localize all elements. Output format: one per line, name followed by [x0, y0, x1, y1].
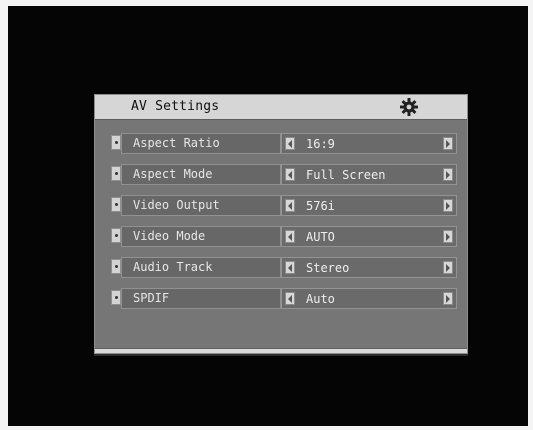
tv-screen: AV Settings Aspect Ratio 16:9 Aspect Mod… [8, 6, 528, 426]
left-arrow-icon[interactable] [285, 199, 295, 212]
setting-label: Video Mode [121, 226, 281, 247]
panel-title: AV Settings [131, 99, 220, 114]
row-bullet-icon [111, 290, 121, 305]
setting-row-aspect-ratio[interactable]: Aspect Ratio 16:9 [111, 133, 457, 154]
setting-value: AUTO [306, 230, 335, 244]
panel-header: AV Settings [95, 95, 467, 120]
setting-value-selector[interactable]: 576i [281, 195, 457, 216]
left-arrow-icon[interactable] [285, 137, 295, 150]
row-bullet-icon [111, 166, 121, 181]
av-settings-panel: AV Settings Aspect Ratio 16:9 Aspect Mod… [94, 94, 468, 354]
row-bullet-icon [111, 197, 121, 212]
right-arrow-icon[interactable] [443, 168, 453, 181]
row-bullet-icon [111, 135, 121, 150]
setting-label: Video Output [121, 195, 281, 216]
left-arrow-icon[interactable] [285, 230, 295, 243]
left-arrow-icon[interactable] [285, 292, 295, 305]
setting-value-selector[interactable]: Stereo [281, 257, 457, 278]
right-arrow-icon[interactable] [443, 230, 453, 243]
panel-bottom-bar [95, 348, 467, 353]
setting-value: Auto [306, 292, 335, 306]
left-arrow-icon[interactable] [285, 168, 295, 181]
gear-icon [400, 98, 418, 116]
setting-value: 576i [306, 199, 335, 213]
setting-label: Aspect Ratio [121, 133, 281, 154]
setting-label: SPDIF [121, 288, 281, 309]
setting-row-video-mode[interactable]: Video Mode AUTO [111, 226, 457, 247]
right-arrow-icon[interactable] [443, 199, 453, 212]
setting-row-spdif[interactable]: SPDIF Auto [111, 288, 457, 309]
setting-row-audio-track[interactable]: Audio Track Stereo [111, 257, 457, 278]
row-bullet-icon [111, 228, 121, 243]
setting-row-video-output[interactable]: Video Output 576i [111, 195, 457, 216]
setting-label: Aspect Mode [121, 164, 281, 185]
setting-row-aspect-mode[interactable]: Aspect Mode Full Screen [111, 164, 457, 185]
setting-value-selector[interactable]: Full Screen [281, 164, 457, 185]
right-arrow-icon[interactable] [443, 137, 453, 150]
setting-value: 16:9 [306, 137, 335, 151]
row-bullet-icon [111, 259, 121, 274]
left-arrow-icon[interactable] [285, 261, 295, 274]
right-arrow-icon[interactable] [443, 261, 453, 274]
setting-value: Stereo [306, 261, 350, 275]
setting-value-selector[interactable]: 16:9 [281, 133, 457, 154]
setting-value-selector[interactable]: Auto [281, 288, 457, 309]
setting-label: Audio Track [121, 257, 281, 278]
right-arrow-icon[interactable] [443, 292, 453, 305]
setting-value: Full Screen [306, 168, 386, 182]
setting-value-selector[interactable]: AUTO [281, 226, 457, 247]
settings-list: Aspect Ratio 16:9 Aspect Mode Full Scree… [111, 133, 457, 309]
